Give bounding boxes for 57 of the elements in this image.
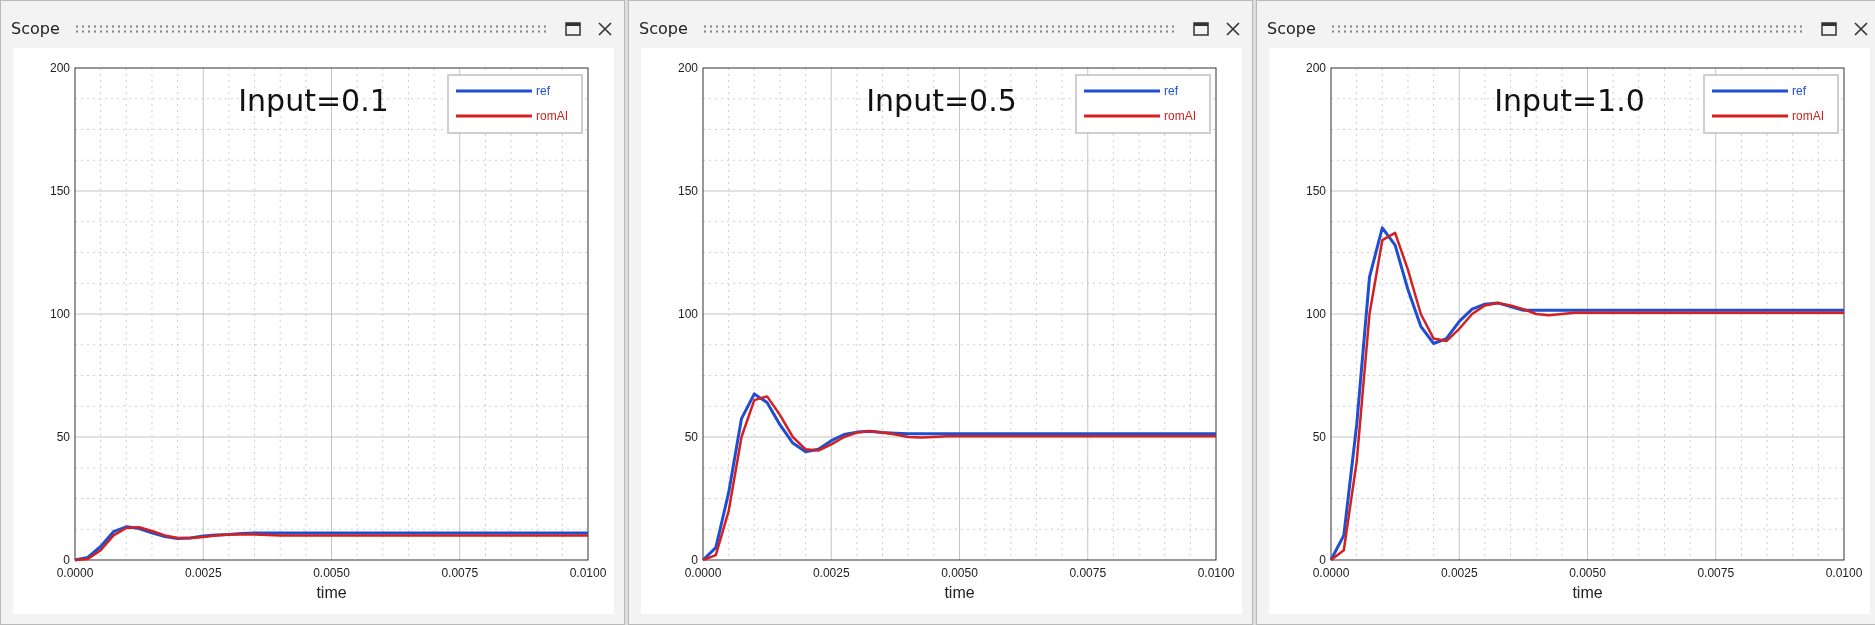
legend-line-icon (1084, 89, 1160, 93)
maximize-icon[interactable] (1820, 19, 1838, 38)
legend-line-icon (456, 89, 532, 93)
axis-tick-label: 200 (677, 61, 698, 75)
panel-title: Scope (1267, 19, 1316, 38)
axis-label: time (1572, 584, 1603, 601)
axis-tick-label: 0.0025 (812, 566, 850, 580)
legend-label: ref (1792, 84, 1806, 98)
legend-label: romAI (1792, 109, 1824, 123)
axis-tick-label: 200 (1305, 61, 1326, 75)
axis-tick-label: 150 (677, 184, 698, 198)
axis-tick-label: 150 (49, 184, 70, 198)
axis-tick-label: 0.0000 (56, 566, 94, 580)
axis-tick-label: 200 (49, 61, 70, 75)
maximize-icon[interactable] (564, 19, 582, 38)
axis-tick-label: 0.0100 (1825, 566, 1863, 580)
close-icon[interactable] (1852, 19, 1870, 38)
axis-tick-label: 0.0075 (1697, 566, 1735, 580)
axis-label: time (944, 584, 975, 601)
axis-tick-label: 0 (691, 553, 698, 567)
axis-tick-label: 0 (63, 553, 70, 567)
axis-tick-label: 0.0050 (1569, 566, 1606, 580)
axis-tick-label: 0.0100 (569, 566, 607, 580)
panel-title: Scope (11, 19, 60, 38)
axis-tick-label: 50 (1312, 430, 1326, 444)
axis-tick-label: 100 (1305, 307, 1326, 321)
axis-tick-label: 0.0050 (313, 566, 350, 580)
legend-line-icon (456, 114, 532, 118)
axis-tick-label: 0.0075 (1069, 566, 1107, 580)
axis-tick-label: 0.0000 (1312, 566, 1350, 580)
axis-tick-label: 0.0000 (684, 566, 722, 580)
legend-label: romAI (1164, 109, 1196, 123)
axis-tick-label: 0.0025 (1440, 566, 1478, 580)
axis-tick-label: 100 (677, 307, 698, 321)
legend-label: romAI (536, 109, 568, 123)
axis-tick-label: 0 (1319, 553, 1326, 567)
axis-tick-label: 100 (49, 307, 70, 321)
maximize-icon[interactable] (1192, 19, 1210, 38)
legend-line-icon (1712, 89, 1788, 93)
axis-tick-label: 0.0025 (184, 566, 222, 580)
panel-title: Scope (639, 19, 688, 38)
chart-title: Input=1.0 (1494, 83, 1645, 118)
axis-tick-label: 50 (684, 430, 698, 444)
axis-tick-label: 0.0050 (941, 566, 978, 580)
axis-tick-label: 0.0100 (1197, 566, 1235, 580)
close-icon[interactable] (596, 19, 614, 38)
chart-title: Input=0.1 (238, 83, 389, 118)
legend-label: ref (536, 84, 550, 98)
close-icon[interactable] (1224, 19, 1242, 38)
axis-label: time (316, 584, 347, 601)
legend-label: ref (1164, 84, 1178, 98)
chart-title: Input=0.5 (866, 83, 1017, 118)
legend-line-icon (1712, 114, 1788, 118)
axis-tick-label: 150 (1305, 184, 1326, 198)
axis-tick-label: 0.0075 (441, 566, 479, 580)
axis-tick-label: 50 (56, 430, 70, 444)
legend-line-icon (1084, 114, 1160, 118)
